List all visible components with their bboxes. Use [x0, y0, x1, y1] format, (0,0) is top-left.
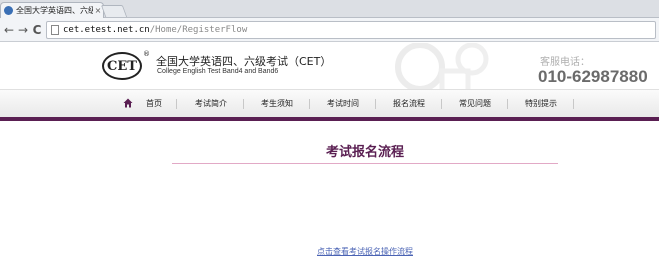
header-watermark	[380, 43, 530, 89]
registration-flow-link[interactable]: 点击查看考试报名操作流程	[300, 246, 430, 257]
address-bar-row: ← → C cet.etest.net.cn/Home/RegisterFlow	[0, 18, 659, 42]
back-arrow-icon[interactable]: ←	[2, 22, 16, 38]
hotline-number: 010-62987880	[538, 67, 648, 86]
new-tab-button[interactable]	[100, 5, 128, 17]
nav-separator	[176, 99, 177, 109]
nav-separator	[309, 99, 310, 109]
site-subtitle: College English Test Band4 and Band6	[157, 68, 279, 75]
tab-title: 全国大学英语四、六级考试	[16, 6, 93, 15]
nav-separator	[441, 99, 442, 109]
nav-item-faq[interactable]: 常见问题	[450, 90, 500, 118]
cet-logo[interactable]: CET	[102, 52, 142, 80]
browser-tab[interactable]: 全国大学英语四、六级考试 ×	[0, 2, 104, 18]
site-header: CET ® 全国大学英语四、六级考试（CET） College English …	[0, 43, 659, 89]
nav-separator	[507, 99, 508, 109]
site-favicon-icon	[4, 6, 13, 15]
nav-item-special-notice[interactable]: 特别提示	[516, 90, 566, 118]
site-title: 全国大学英语四、六级考试（CET）	[156, 55, 332, 68]
nav-bottom-stripe	[0, 117, 659, 121]
url-path: /Home/RegisterFlow	[149, 25, 248, 35]
registered-mark: ®	[143, 50, 150, 58]
main-nav: 首页 考试简介 考生须知 考试时间 报名流程 常见问题 特别提示	[0, 89, 659, 117]
nav-item-candidate-notice[interactable]: 考生须知	[252, 90, 302, 118]
page-title: 考试报名流程	[325, 145, 404, 160]
reload-icon[interactable]: C	[30, 22, 44, 38]
nav-separator	[243, 99, 244, 109]
page-icon	[51, 25, 59, 35]
browser-tab-bar: 全国大学英语四、六级考试 ×	[0, 0, 659, 18]
nav-item-registration-flow[interactable]: 报名流程	[384, 90, 434, 118]
nav-item-home[interactable]: 首页	[140, 90, 168, 118]
nav-separator	[375, 99, 376, 109]
nav-separator	[573, 99, 574, 109]
forward-arrow-icon[interactable]: →	[16, 22, 30, 38]
watermark-graphic	[395, 43, 489, 89]
nav-item-exam-intro[interactable]: 考试简介	[186, 90, 236, 118]
url-host: cet.etest.net.cn	[63, 25, 150, 35]
url-input[interactable]: cet.etest.net.cn/Home/RegisterFlow	[46, 21, 656, 39]
home-icon[interactable]	[123, 98, 133, 108]
title-divider	[172, 163, 558, 164]
hotline-label: 客服电话：	[540, 57, 590, 68]
nav-item-exam-time[interactable]: 考试时间	[318, 90, 368, 118]
